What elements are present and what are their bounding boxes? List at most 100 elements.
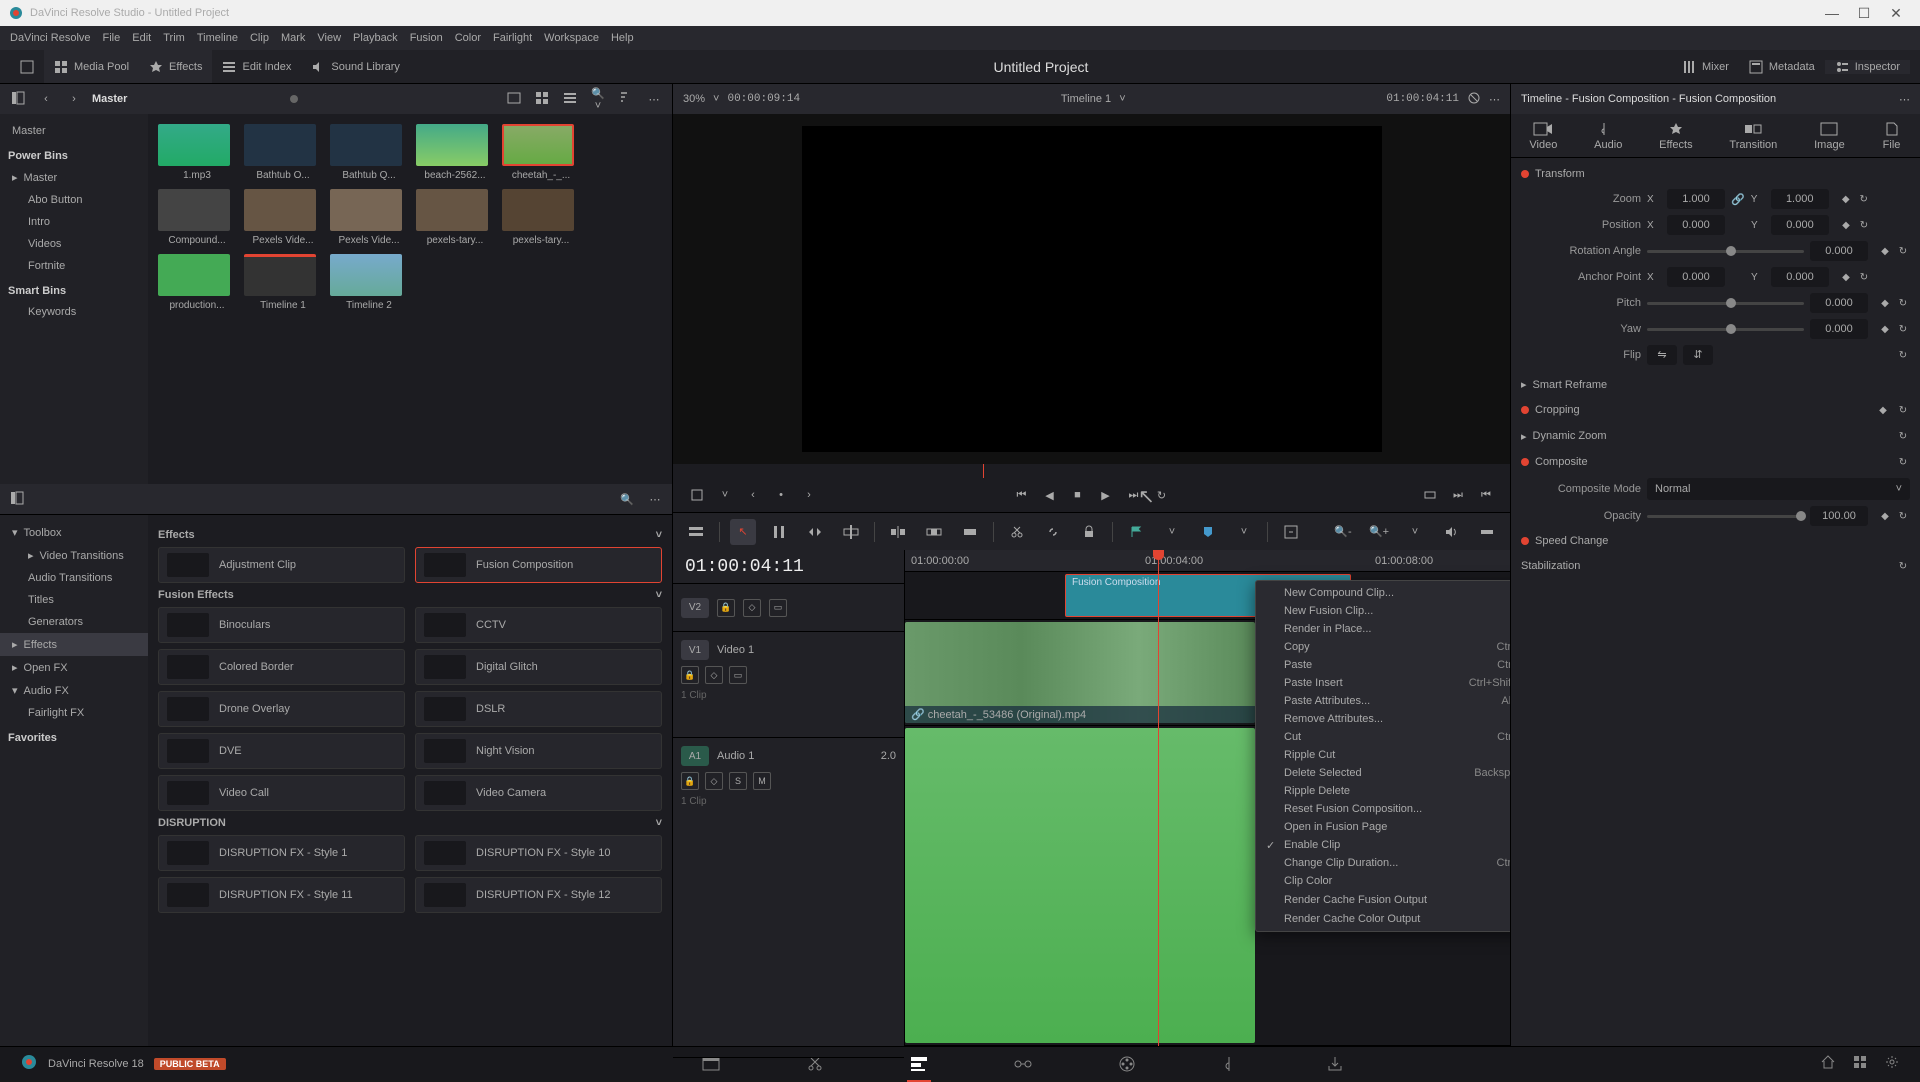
zoom-out[interactable]: 🔍- — [1330, 519, 1356, 545]
toolbox-header[interactable]: ▾Toolbox — [0, 521, 148, 544]
page-fusion[interactable] — [1011, 1052, 1035, 1076]
bin-videos[interactable]: Videos — [0, 233, 148, 255]
play[interactable]: ▶ — [1096, 485, 1116, 505]
snapping[interactable] — [1278, 519, 1304, 545]
nav-fwd[interactable]: › — [64, 93, 84, 105]
ctx-ripple-delete[interactable]: Ripple DeleteDel — [1256, 782, 1510, 800]
nav-back[interactable]: ‹ — [36, 93, 56, 105]
menu-help[interactable]: Help — [611, 32, 634, 44]
audio-transitions[interactable]: Audio Transitions — [0, 567, 148, 589]
tab-transition[interactable]: Transition — [1729, 121, 1777, 151]
maximize-button[interactable]: ☐ — [1848, 5, 1880, 22]
cropping-header[interactable]: Cropping◆↻ — [1511, 397, 1920, 423]
prev-frame[interactable]: ◀ — [1040, 485, 1060, 505]
fx-cctv[interactable]: CCTV — [415, 607, 662, 643]
disruption-section[interactable]: DISRUPTION˅ — [158, 811, 662, 835]
transform-dropdown[interactable]: ˅ — [715, 485, 735, 505]
audio-toggle[interactable] — [1438, 519, 1464, 545]
menu-workspace[interactable]: Workspace — [544, 32, 599, 44]
timeline-view-opts[interactable] — [683, 519, 709, 545]
bin-master[interactable]: ▸Master — [0, 166, 148, 189]
dynamic-trim[interactable] — [802, 519, 828, 545]
clip-cheetah-video[interactable]: 🔗 cheetah_-_53486 (Original).mp4 — [905, 622, 1255, 723]
fx-disruption-11[interactable]: DISRUPTION FX - Style 11 — [158, 877, 405, 913]
fairlightfx[interactable]: Fairlight FX — [0, 702, 148, 724]
match-frame[interactable] — [1420, 485, 1440, 505]
pitch-reset[interactable]: ↻ — [1896, 296, 1910, 310]
yaw-reset[interactable]: ↻ — [1896, 322, 1910, 336]
clip-pexels1[interactable]: Pexels Vide... — [244, 189, 322, 246]
custom-view[interactable] — [1474, 519, 1500, 545]
zoom-keyframe[interactable]: ◆ — [1839, 192, 1853, 206]
menu-clip[interactable]: Clip — [250, 32, 269, 44]
a1-mute[interactable]: M — [753, 772, 771, 790]
opacity-reset[interactable]: ↻ — [1896, 509, 1910, 523]
fx-adjustment-clip[interactable]: Adjustment Clip — [158, 547, 405, 583]
fx-video-call[interactable]: Video Call — [158, 775, 405, 811]
bin-keywords[interactable]: Keywords — [0, 301, 148, 323]
ctx-clip-color[interactable]: Clip Color▸ — [1256, 872, 1510, 891]
replace-clip[interactable] — [957, 519, 983, 545]
opacity-keyframe[interactable]: ◆ — [1878, 509, 1892, 523]
loop[interactable]: ↻ — [1152, 485, 1172, 505]
yaw-keyframe[interactable]: ◆ — [1878, 322, 1892, 336]
fusion-effects-section[interactable]: Fusion Effects˅ — [158, 583, 662, 607]
flip-v[interactable]: ⇵ — [1683, 345, 1713, 365]
opacity-slider[interactable] — [1647, 515, 1804, 518]
menu-color[interactable]: Color — [455, 32, 481, 44]
ctx-change-duration[interactable]: Change Clip Duration...Ctrl+D — [1256, 854, 1510, 872]
anchor-keyframe[interactable]: ◆ — [1839, 270, 1853, 284]
yaw-slider[interactable] — [1647, 328, 1804, 331]
effects-section[interactable]: Effects˅ — [158, 523, 662, 547]
inspector-button[interactable]: Inspector — [1825, 60, 1910, 74]
page-fairlight[interactable] — [1219, 1052, 1243, 1076]
tab-image[interactable]: Image — [1814, 121, 1845, 151]
clip-audio[interactable] — [905, 728, 1255, 1043]
pitch-field[interactable]: 0.000 — [1810, 293, 1868, 313]
viewer-canvas[interactable] — [802, 126, 1382, 452]
pitch-slider[interactable] — [1647, 302, 1804, 305]
titles[interactable]: Titles — [0, 589, 148, 611]
ctx-render-cache-color[interactable]: Render Cache Color Output — [1256, 910, 1510, 928]
pitch-keyframe[interactable]: ◆ — [1878, 296, 1892, 310]
v1-lock[interactable]: 🔒 — [681, 666, 699, 684]
ctx-enable-clip[interactable]: ✓Enable Clip — [1256, 836, 1510, 854]
timeline-timecode[interactable]: 01:00:04:11 — [673, 550, 904, 584]
home-button[interactable] — [1820, 1054, 1836, 1073]
opacity-field[interactable]: 100.00 — [1810, 506, 1868, 526]
timeline-ruler[interactable]: 01:00:00:00 01:00:04:00 01:00:08:00 — [905, 550, 1510, 572]
audiofx-category[interactable]: ▾Audio FX — [0, 679, 148, 702]
tab-video[interactable]: Video — [1529, 121, 1557, 151]
menu-fusion[interactable]: Fusion — [410, 32, 443, 44]
v2-auto[interactable]: ◇ — [743, 599, 761, 617]
generators[interactable]: Generators — [0, 611, 148, 633]
power-bins-header[interactable]: Power Bins — [0, 142, 148, 166]
pos-y-field[interactable]: 0.000 — [1771, 215, 1829, 235]
clip-tary2[interactable]: pexels-tary... — [502, 189, 580, 246]
menu-edit[interactable]: Edit — [132, 32, 151, 44]
fx-disruption-12[interactable]: DISRUPTION FX - Style 12 — [415, 877, 662, 913]
more-button[interactable]: ⋯ — [644, 93, 664, 106]
effects-category[interactable]: ▸Effects — [0, 633, 148, 656]
edit-index-button[interactable]: Edit Index — [212, 50, 301, 83]
link-zoom[interactable]: 🔗 — [1731, 193, 1745, 206]
v1-enable[interactable]: ▭ — [729, 666, 747, 684]
minimize-button[interactable]: — — [1816, 5, 1848, 21]
expand-button[interactable] — [10, 50, 44, 83]
ctx-paste-insert[interactable]: Paste InsertCtrl+Shift+V — [1256, 674, 1510, 692]
marker-dropdown[interactable]: ˅ — [1231, 519, 1257, 545]
nav-prev-edit[interactable]: ‹ — [743, 485, 763, 505]
ctx-open-fusion[interactable]: Open in Fusion Page — [1256, 818, 1510, 836]
transform-mode[interactable] — [687, 485, 707, 505]
clip-bathtub-q[interactable]: Bathtub Q... — [330, 124, 408, 181]
menu-davinci[interactable]: DaVinci Resolve — [10, 32, 91, 44]
fx-video-camera[interactable]: Video Camera — [415, 775, 662, 811]
goto[interactable]: ⏮ — [1476, 485, 1496, 505]
openfx-category[interactable]: ▸Open FX — [0, 656, 148, 679]
sort-button[interactable] — [616, 91, 636, 108]
pos-x-field[interactable]: 0.000 — [1667, 215, 1725, 235]
zoom-reset[interactable]: ↻ — [1857, 192, 1871, 206]
smart-bins-header[interactable]: Smart Bins — [0, 277, 148, 301]
clip-timeline1[interactable]: Timeline 1 — [244, 254, 322, 311]
ctx-delete[interactable]: Delete SelectedBackspace — [1256, 764, 1510, 782]
